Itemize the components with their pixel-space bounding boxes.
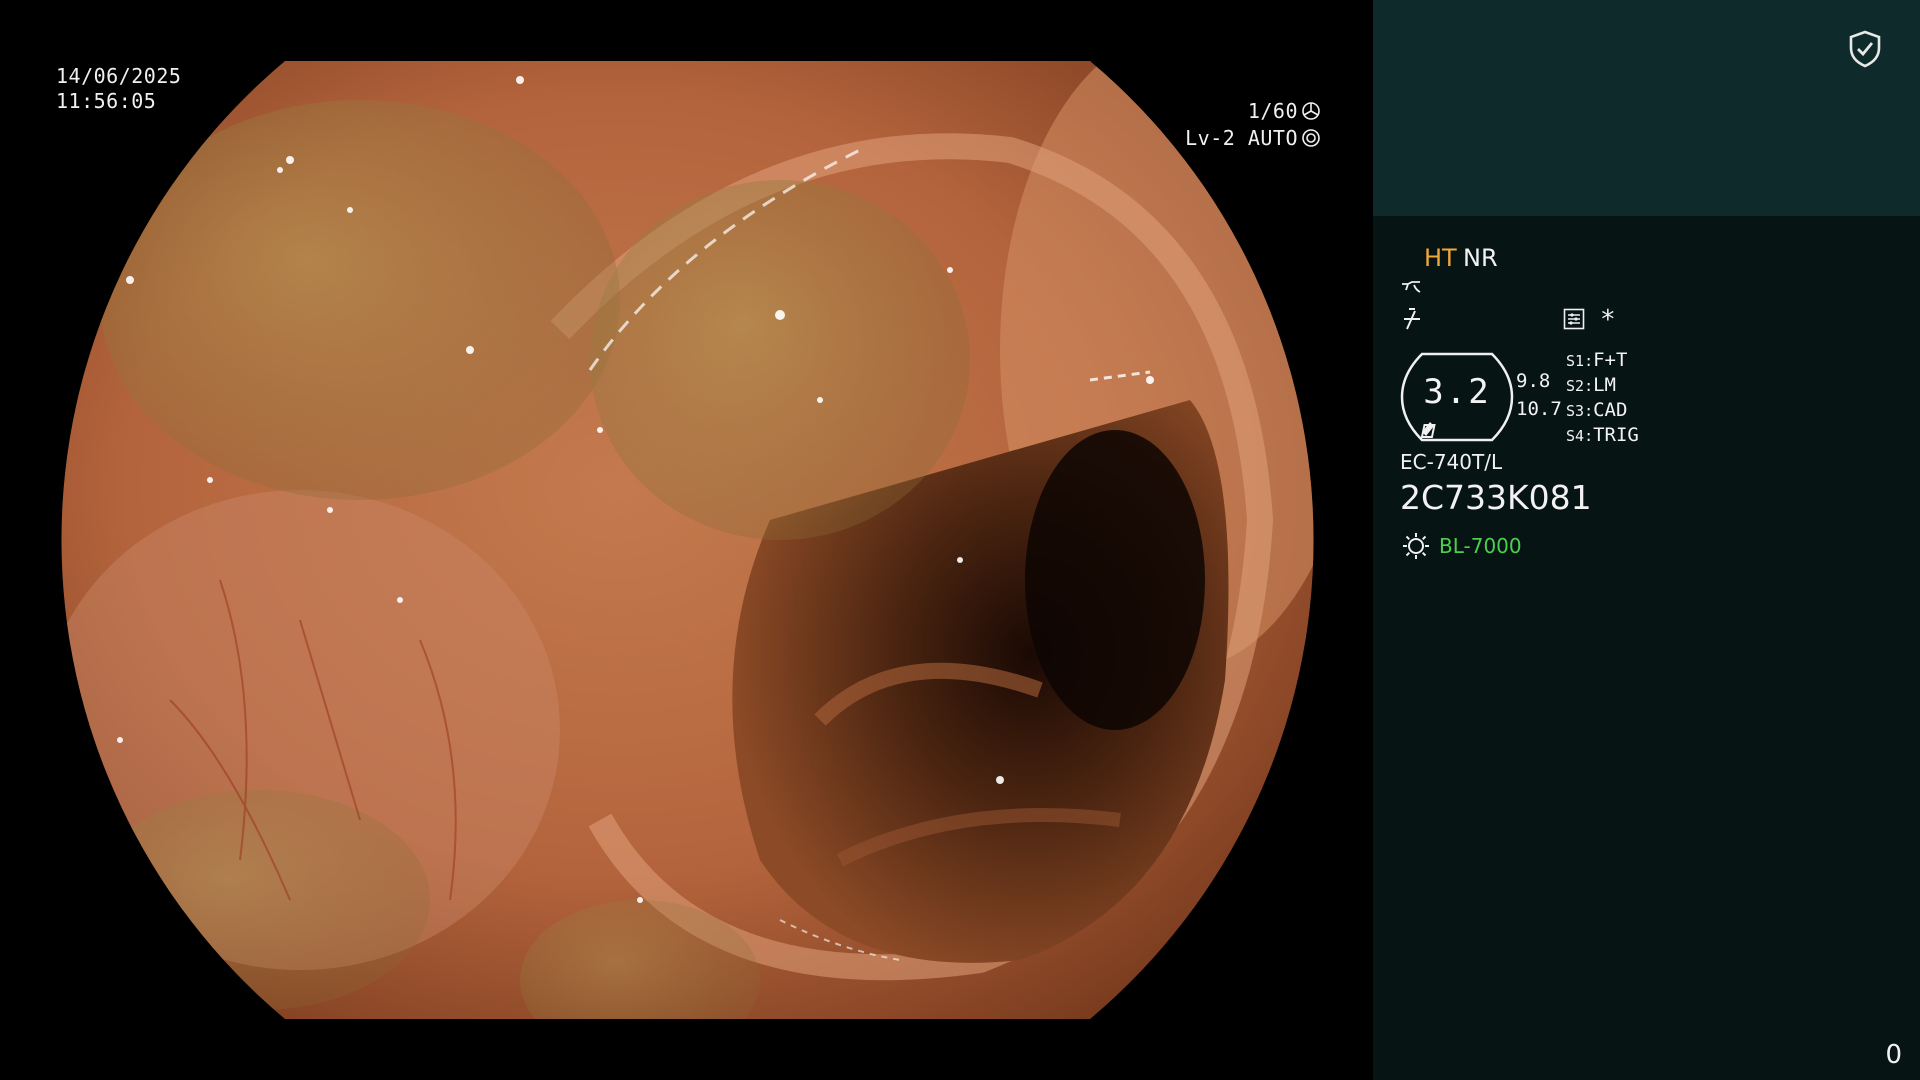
- sub-value-b: 10.7: [1516, 398, 1562, 420]
- light-level-readout: Lv-2 AUTO: [1185, 126, 1321, 151]
- mode-nr-label: NR: [1463, 244, 1498, 272]
- gamma-curve-icon: [1402, 281, 1421, 293]
- switch-value: LM: [1593, 374, 1616, 396]
- switch-key: S2: [1566, 377, 1585, 395]
- mode-ht-label: HT: [1424, 244, 1457, 272]
- light-level-value: Lv-2 AUTO: [1185, 126, 1298, 150]
- scope-model: EC-740T/L: [1400, 450, 1503, 474]
- switch-value: CAD: [1593, 399, 1628, 421]
- light-source-model: BL-7000: [1439, 534, 1522, 558]
- switch-s4: S4:TRIG: [1566, 424, 1639, 446]
- filter-icon: [1404, 308, 1420, 330]
- endoscopic-image: [61, 61, 1314, 1019]
- switch-key: S1: [1566, 352, 1585, 370]
- shutter-readout: 1/60: [1248, 99, 1321, 124]
- endoscope-viewport: 14/06/2025 11:56:05 1/60 Lv-2 AUTO: [0, 0, 1373, 1080]
- status-panel: HT NR * 3.2 9.8 10.7 S1:F+T S2:LM S3:CAD…: [1373, 0, 1920, 1080]
- switch-s3: S3:CAD: [1566, 399, 1628, 421]
- image-counter: 0: [1885, 1040, 1902, 1070]
- shutter-icon: [1302, 102, 1320, 120]
- zoom-value: 3.2: [1423, 372, 1491, 412]
- settings-list-icon: [1563, 308, 1585, 330]
- panel-header-area: [1373, 0, 1920, 216]
- switch-key: S3: [1566, 402, 1585, 420]
- asterisk-mark: *: [1600, 305, 1616, 335]
- shutter-value: 1/60: [1247, 99, 1298, 123]
- light-source-icon: [1403, 533, 1429, 559]
- switch-s1: S1:F+T: [1566, 349, 1628, 371]
- shield-check-icon[interactable]: [1848, 30, 1882, 68]
- switch-value: F+T: [1593, 349, 1628, 371]
- date-readout: 14/06/2025: [56, 64, 182, 88]
- scope-serial-number: 2C733K081: [1400, 478, 1592, 517]
- switch-value: TRIG: [1593, 424, 1639, 446]
- iris-icon: [1302, 129, 1320, 147]
- time-readout: 11:56:05: [56, 89, 157, 113]
- sub-value-a: 9.8: [1516, 370, 1551, 392]
- switch-key: S4: [1566, 427, 1585, 445]
- switch-s2: S2:LM: [1566, 374, 1616, 396]
